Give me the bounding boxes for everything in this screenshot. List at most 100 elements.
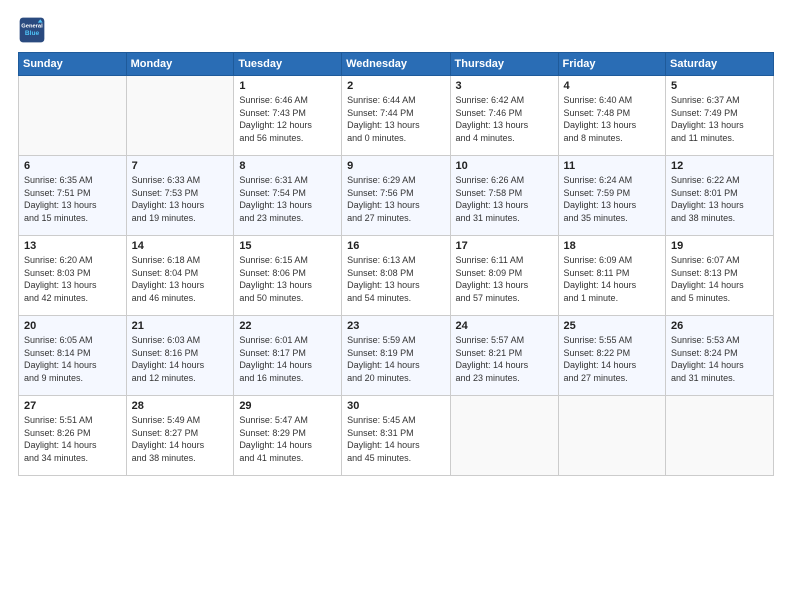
week-row-2: 6 Sunrise: 6:35 AM Sunset: 7:51 PM Daylig… [19,156,774,236]
day-number: 10 [456,160,553,172]
week-row-4: 20 Sunrise: 6:05 AM Sunset: 8:14 PM Dayli… [19,316,774,396]
day-info: Sunrise: 6:22 AM Sunset: 8:01 PM Dayligh… [671,174,768,224]
day-info: Sunrise: 6:03 AM Sunset: 8:16 PM Dayligh… [132,334,229,384]
day-cell: 25Sunrise: 5:55 AM Sunset: 8:22 PM Dayli… [558,316,666,396]
day-info: Sunrise: 6:05 AM Sunset: 8:14 PM Dayligh… [24,334,121,384]
day-info: Sunrise: 6:29 AM Sunset: 7:56 PM Dayligh… [347,174,444,224]
day-number: 18 [564,240,661,252]
day-info: Sunrise: 6:33 AM Sunset: 7:53 PM Dayligh… [132,174,229,224]
day-cell: 6 Sunrise: 6:35 AM Sunset: 7:51 PM Daylig… [19,156,127,236]
calendar-page: General Blue SundayMondayTuesdayWednesda… [0,0,792,612]
day-cell [126,76,234,156]
day-info: Sunrise: 5:51 AM Sunset: 8:26 PM Dayligh… [24,414,121,464]
day-info: Sunrise: 6:20 AM Sunset: 8:03 PM Dayligh… [24,254,121,304]
day-cell: 13 Sunrise: 6:20 AM Sunset: 8:03 PM Dayli… [19,236,127,316]
day-number: 5 [671,80,768,92]
day-cell: 10 Sunrise: 6:26 AM Sunset: 7:58 PM Dayli… [450,156,558,236]
day-cell: 14 Sunrise: 6:18 AM Sunset: 8:04 PM Dayli… [126,236,234,316]
day-number: 8 [239,160,336,172]
day-number: 23 [347,320,444,332]
day-info: Sunrise: 6:35 AM Sunset: 7:51 PM Dayligh… [24,174,121,224]
day-info: Sunrise: 5:47 AM Sunset: 8:29 PM Dayligh… [239,414,336,464]
day-cell: 7 Sunrise: 6:33 AM Sunset: 7:53 PM Daylig… [126,156,234,236]
day-cell: 8 Sunrise: 6:31 AM Sunset: 7:54 PM Daylig… [234,156,342,236]
day-cell: 26 Sunrise: 5:53 AM Sunset: 8:24 PM Dayli… [666,316,774,396]
day-number: 6 [24,160,121,172]
logo: General Blue [18,16,46,44]
weekday-header-friday: Friday [558,53,666,76]
day-info: Sunrise: 5:53 AM Sunset: 8:24 PM Dayligh… [671,334,768,384]
week-row-1: 1 Sunrise: 6:46 AM Sunset: 7:43 PM Daylig… [19,76,774,156]
day-number: 28 [132,400,229,412]
day-cell: 15 Sunrise: 6:15 AM Sunset: 8:06 PM Dayli… [234,236,342,316]
weekday-header-tuesday: Tuesday [234,53,342,76]
week-row-3: 13 Sunrise: 6:20 AM Sunset: 8:03 PM Dayli… [19,236,774,316]
day-info: Sunrise: 6:46 AM Sunset: 7:43 PM Dayligh… [239,94,336,144]
day-number: 13 [24,240,121,252]
day-number: 14 [132,240,229,252]
weekday-header-thursday: Thursday [450,53,558,76]
day-cell: 24 Sunrise: 5:57 AM Sunset: 8:21 PM Dayli… [450,316,558,396]
day-number: 26 [671,320,768,332]
day-number: 7 [132,160,229,172]
day-number: 30 [347,400,444,412]
day-info: Sunrise: 6:26 AM Sunset: 7:58 PM Dayligh… [456,174,553,224]
day-number: 19 [671,240,768,252]
day-info: Sunrise: 5:59 AM Sunset: 8:19 PM Dayligh… [347,334,444,384]
day-number: 24 [456,320,553,332]
day-info: Sunrise: 5:55 AM Sunset: 8:22 PM Dayligh… [564,334,661,384]
day-cell: 11 Sunrise: 6:24 AM Sunset: 7:59 PM Dayli… [558,156,666,236]
day-cell: 20 Sunrise: 6:05 AM Sunset: 8:14 PM Dayli… [19,316,127,396]
day-info: Sunrise: 6:07 AM Sunset: 8:13 PM Dayligh… [671,254,768,304]
day-info: Sunrise: 6:42 AM Sunset: 7:46 PM Dayligh… [456,94,553,144]
day-cell: 23 Sunrise: 5:59 AM Sunset: 8:19 PM Dayli… [342,316,450,396]
day-number: 3 [456,80,553,92]
day-cell [19,76,127,156]
day-info: Sunrise: 5:49 AM Sunset: 8:27 PM Dayligh… [132,414,229,464]
day-number: 11 [564,160,661,172]
day-cell: 27 Sunrise: 5:51 AM Sunset: 8:26 PM Dayli… [19,396,127,476]
day-number: 9 [347,160,444,172]
day-number: 12 [671,160,768,172]
day-cell: 16 Sunrise: 6:13 AM Sunset: 8:08 PM Dayli… [342,236,450,316]
day-cell: 3 Sunrise: 6:42 AM Sunset: 7:46 PM Daylig… [450,76,558,156]
day-info: Sunrise: 6:15 AM Sunset: 8:06 PM Dayligh… [239,254,336,304]
day-number: 15 [239,240,336,252]
day-cell [558,396,666,476]
day-info: Sunrise: 6:40 AM Sunset: 7:48 PM Dayligh… [564,94,661,144]
day-info: Sunrise: 6:37 AM Sunset: 7:49 PM Dayligh… [671,94,768,144]
day-number: 16 [347,240,444,252]
day-number: 29 [239,400,336,412]
day-number: 27 [24,400,121,412]
header: General Blue [18,16,774,44]
calendar-table: SundayMondayTuesdayWednesdayThursdayFrid… [18,52,774,476]
weekday-header-wednesday: Wednesday [342,53,450,76]
day-cell: 22 Sunrise: 6:01 AM Sunset: 8:17 PM Dayli… [234,316,342,396]
day-number: 21 [132,320,229,332]
day-number: 1 [239,80,336,92]
day-cell: 4Sunrise: 6:40 AM Sunset: 7:48 PM Daylig… [558,76,666,156]
day-info: Sunrise: 5:57 AM Sunset: 8:21 PM Dayligh… [456,334,553,384]
day-cell: 12 Sunrise: 6:22 AM Sunset: 8:01 PM Dayli… [666,156,774,236]
weekday-header-sunday: Sunday [19,53,127,76]
day-info: Sunrise: 6:31 AM Sunset: 7:54 PM Dayligh… [239,174,336,224]
day-info: Sunrise: 6:24 AM Sunset: 7:59 PM Dayligh… [564,174,661,224]
day-cell: 9 Sunrise: 6:29 AM Sunset: 7:56 PM Daylig… [342,156,450,236]
day-cell: 5 Sunrise: 6:37 AM Sunset: 7:49 PM Daylig… [666,76,774,156]
day-number: 20 [24,320,121,332]
weekday-header-saturday: Saturday [666,53,774,76]
day-info: Sunrise: 5:45 AM Sunset: 8:31 PM Dayligh… [347,414,444,464]
day-number: 22 [239,320,336,332]
day-cell: 17 Sunrise: 6:11 AM Sunset: 8:09 PM Dayli… [450,236,558,316]
week-row-5: 27 Sunrise: 5:51 AM Sunset: 8:26 PM Dayli… [19,396,774,476]
day-info: Sunrise: 6:18 AM Sunset: 8:04 PM Dayligh… [132,254,229,304]
day-info: Sunrise: 6:13 AM Sunset: 8:08 PM Dayligh… [347,254,444,304]
day-cell [666,396,774,476]
day-info: Sunrise: 6:01 AM Sunset: 8:17 PM Dayligh… [239,334,336,384]
day-cell [450,396,558,476]
day-info: Sunrise: 6:11 AM Sunset: 8:09 PM Dayligh… [456,254,553,304]
day-cell: 28 Sunrise: 5:49 AM Sunset: 8:27 PM Dayli… [126,396,234,476]
day-cell: 21 Sunrise: 6:03 AM Sunset: 8:16 PM Dayli… [126,316,234,396]
day-number: 17 [456,240,553,252]
day-cell: 1 Sunrise: 6:46 AM Sunset: 7:43 PM Daylig… [234,76,342,156]
